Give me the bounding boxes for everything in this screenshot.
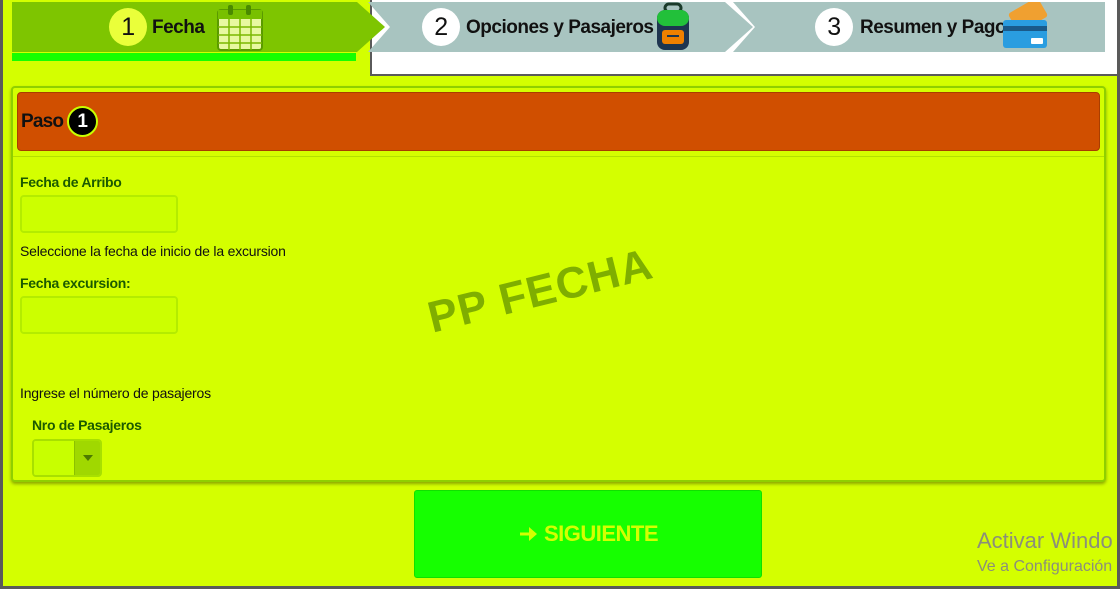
dropdown-toggle[interactable] (74, 441, 100, 475)
step-opciones-pasajeros[interactable]: 2 Opciones y Pasajeros (368, 2, 753, 52)
caret-down-icon (82, 455, 93, 461)
step-resumen-pago[interactable]: 3 Resumen y Pago (733, 2, 1105, 52)
fecha-arribo-field[interactable] (20, 195, 178, 233)
fecha-excursion-input[interactable] (22, 298, 176, 332)
fecha-excursion-field[interactable] (20, 296, 178, 334)
windows-activation-notice: Activar Windo Ve a Configuración (977, 528, 1113, 576)
step-label: Opciones y Pasajeros (466, 17, 654, 38)
siguiente-button[interactable]: SIGUIENTE (414, 490, 762, 578)
nro-pasajeros-label: Nro de Pasajeros (32, 417, 142, 433)
nro-pasajeros-select[interactable] (32, 439, 102, 477)
step-label: Resumen y Pago (860, 17, 1007, 38)
credit-card-icon (1003, 2, 1048, 48)
backpack-icon (657, 2, 689, 50)
fecha-arribo-input[interactable] (22, 197, 176, 231)
step-number: 2 (422, 8, 460, 46)
divider (13, 156, 1104, 157)
step-number: 3 (815, 8, 853, 46)
siguiente-label: SIGUIENTE (543, 521, 659, 546)
wizard-steps: 1 Fecha 2 Opciones y Pasajeros 3 Resumen… (0, 0, 1120, 78)
active-step-indicator (12, 53, 356, 61)
step-fecha[interactable]: 1 Fecha (12, 2, 385, 52)
panel-header: Paso 1 (17, 92, 1100, 151)
step-label: Fecha (152, 17, 205, 38)
pasajeros-help: Ingrese el número de pasajeros (20, 385, 211, 401)
fecha-arribo-label: Fecha de Arribo (20, 174, 122, 190)
calendar-icon (217, 5, 263, 51)
fecha-inicio-help: Seleccione la fecha de inicio de la excu… (20, 243, 286, 259)
activation-subtitle: Ve a Configuración (977, 558, 1113, 575)
step-badge: 1 (67, 106, 99, 137)
nro-pasajeros-value (34, 441, 74, 475)
arrow-right-icon (519, 527, 537, 541)
activation-title: Activar Windo (977, 528, 1113, 553)
panel-title: Paso (21, 110, 64, 132)
step-number: 1 (109, 8, 147, 46)
fecha-excursion-label: Fecha excursion: (20, 275, 131, 291)
